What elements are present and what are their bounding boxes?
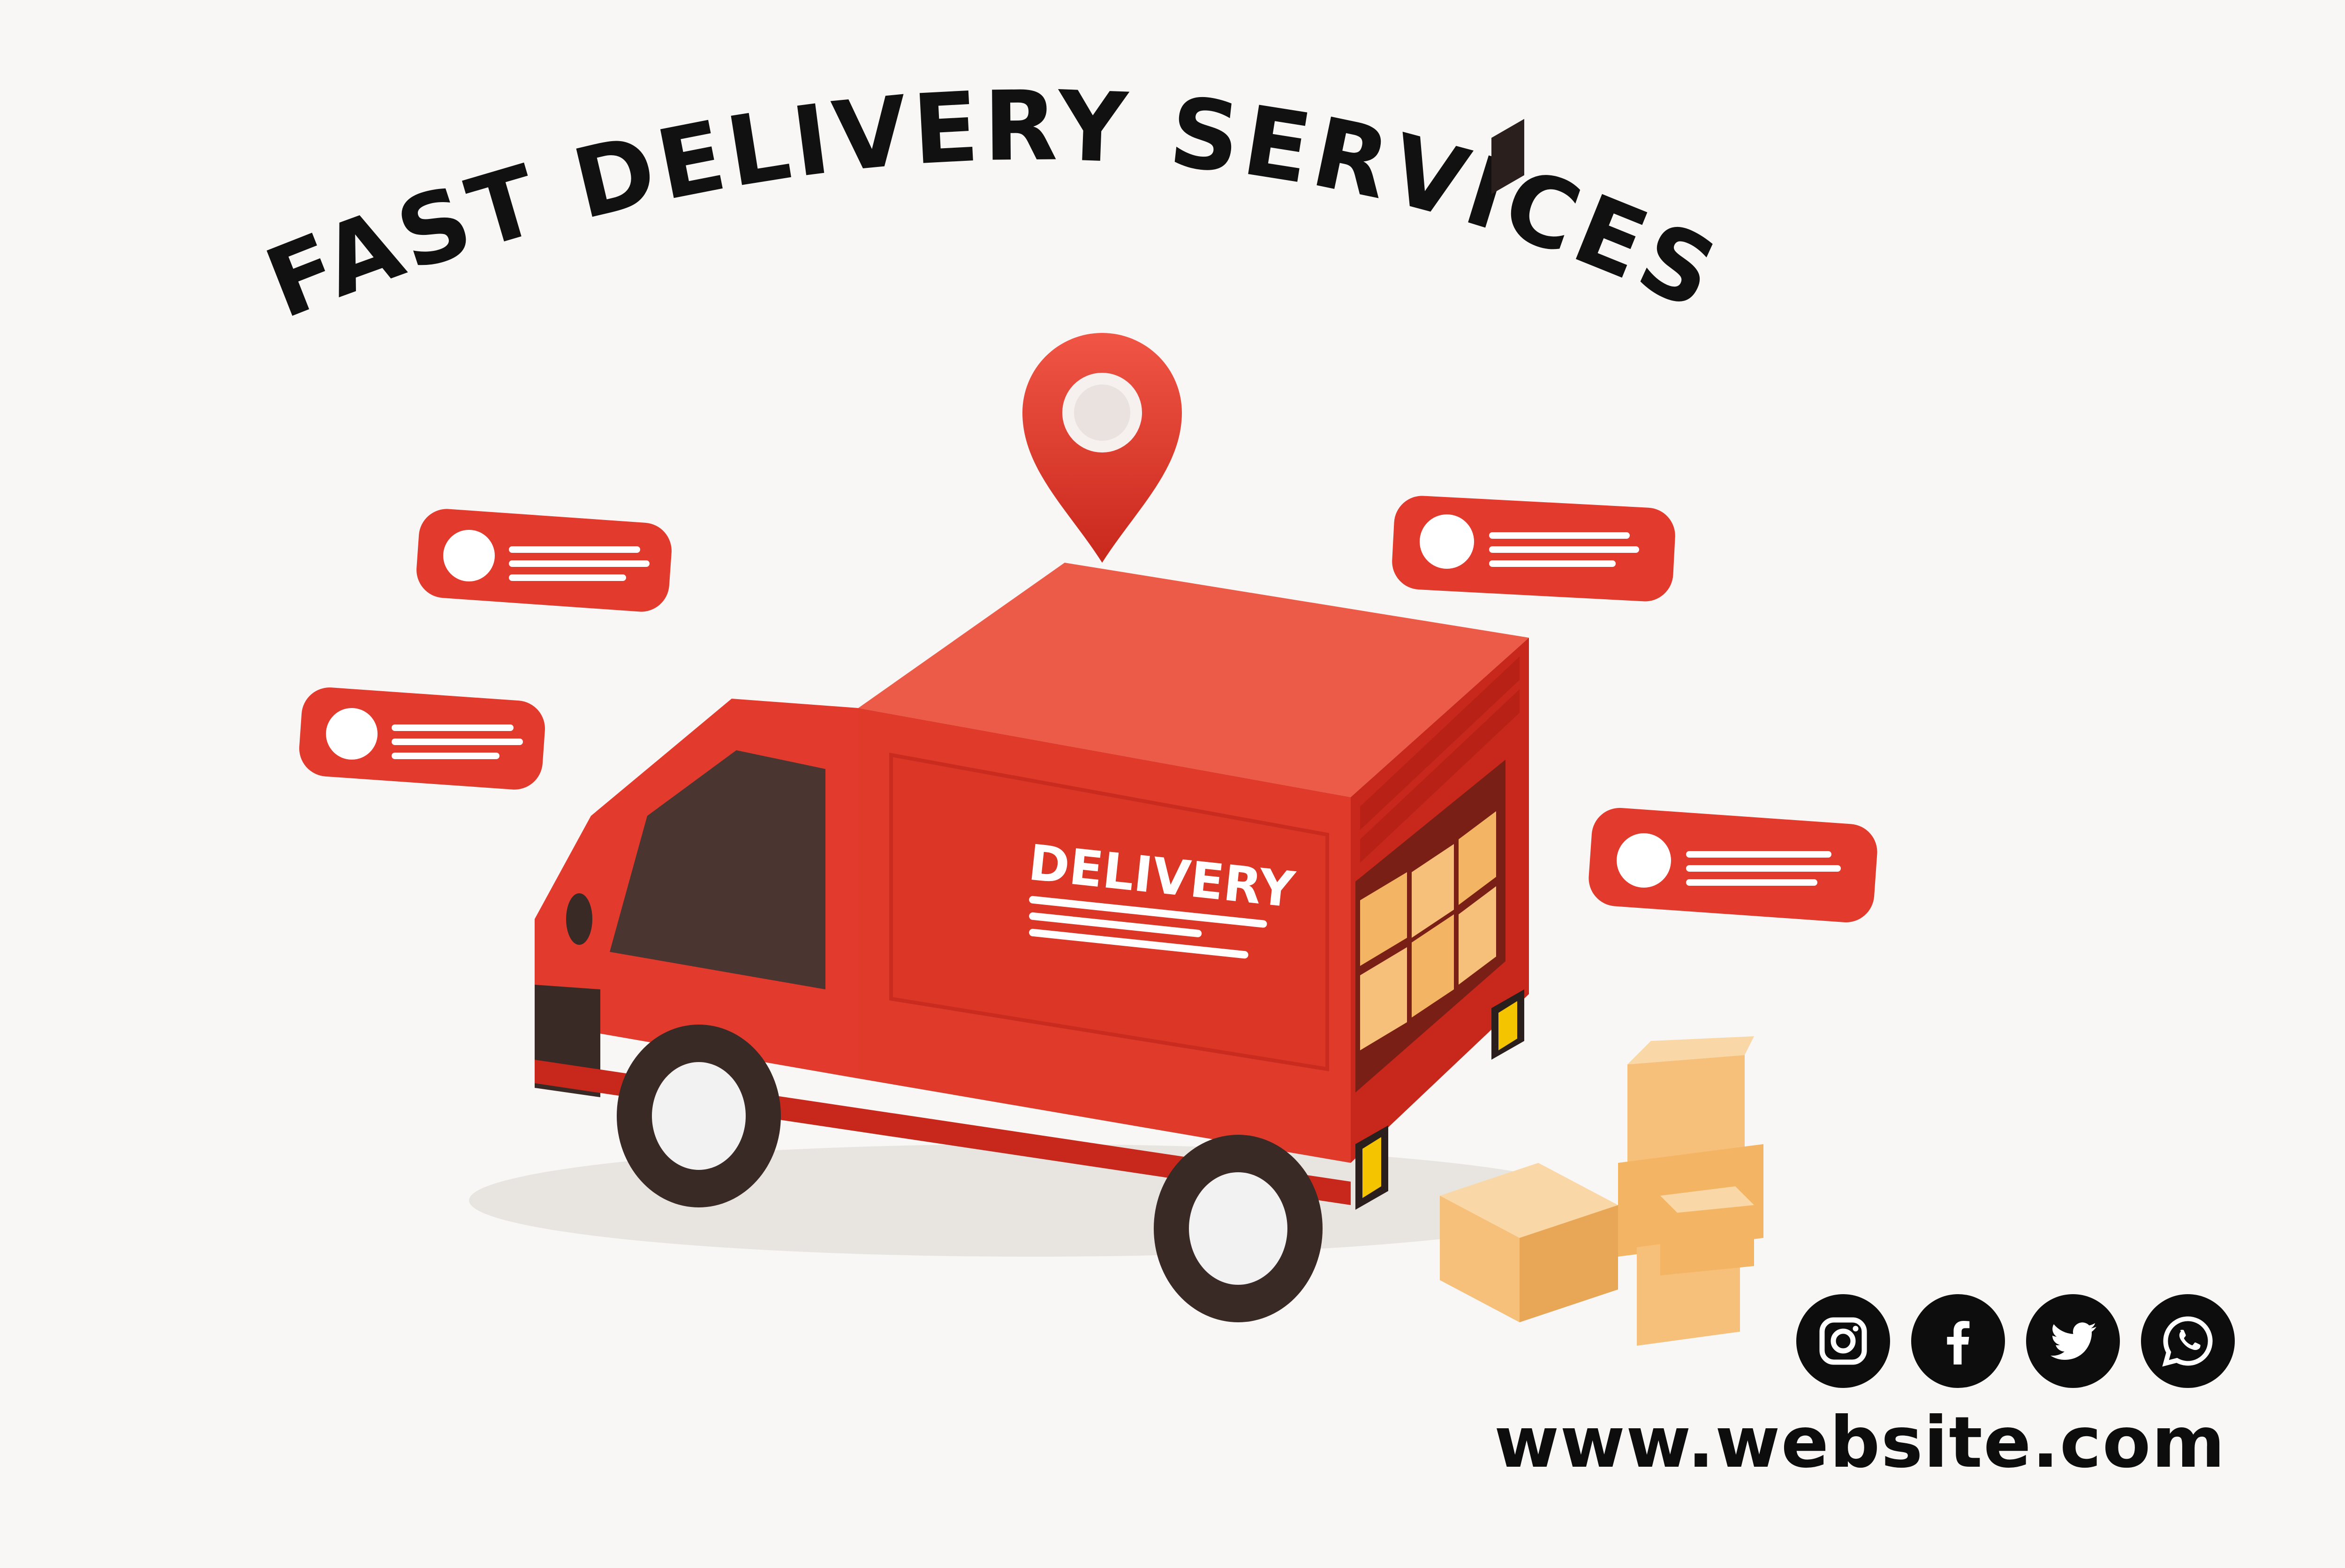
truck-wheel	[1154, 1135, 1323, 1322]
website-url[interactable]: www.website.com	[1494, 1402, 2226, 1484]
notification-badge	[299, 687, 545, 790]
whatsapp-button[interactable]	[2141, 1294, 2235, 1388]
instagram-icon	[1819, 1317, 1867, 1365]
page-title-text: FAST DELIVERY SERVICES	[252, 70, 1732, 340]
location-pin-icon	[1022, 333, 1182, 563]
notification-badge	[1589, 808, 1877, 922]
instagram-button[interactable]	[1796, 1294, 1890, 1388]
poster: FAST DELIVERY SERVICES DELIVERY www.webs…	[0, 0, 2345, 1568]
facebook-button[interactable]	[1911, 1294, 2005, 1388]
delivery-truck: DELIVERY	[469, 119, 1595, 1322]
notification-badge	[416, 509, 672, 612]
facebook-icon	[1947, 1321, 1970, 1364]
notification-badge	[1392, 496, 1675, 602]
whatsapp-icon	[2162, 1316, 2213, 1367]
twitter-button[interactable]	[2026, 1294, 2120, 1388]
page-title: FAST DELIVERY SERVICES	[252, 70, 1735, 340]
parcel-stack	[1440, 1036, 1763, 1346]
twitter-icon	[2050, 1322, 2096, 1360]
social-links	[1796, 1294, 2235, 1388]
truck-wheel	[617, 1025, 781, 1207]
